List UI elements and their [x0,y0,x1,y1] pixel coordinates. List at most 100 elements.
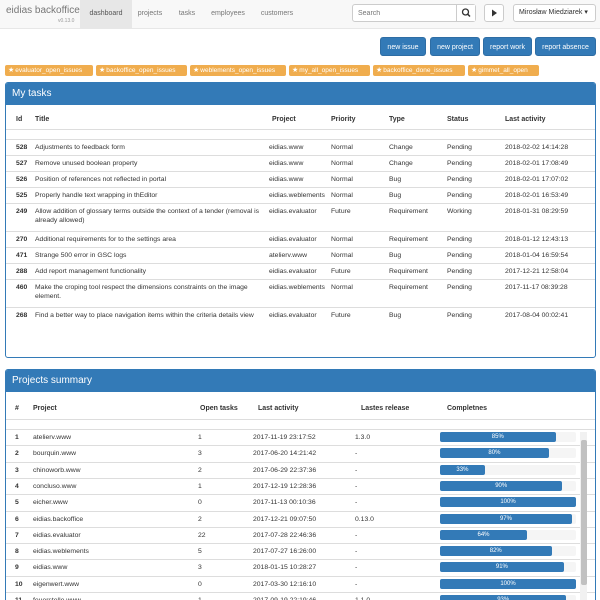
progress-fill: 100% [440,497,576,508]
project-name: chinoworb.www [33,466,81,474]
report-work-button[interactable]: report work [483,37,532,56]
project-row[interactable]: 6 eidias.backoffice 2 2017-12-21 09:07:50 0.… [6,510,595,527]
project-n: 6 [15,515,19,523]
nav-employees[interactable]: employees [204,0,252,28]
progress-bar: 100% [440,497,576,508]
task-status: Pending [447,268,472,275]
project-name: eigenwert.www [33,580,80,588]
task-id: 528 [16,144,28,151]
task-project: atelierv.www [269,252,308,259]
project-name: eidias.www [33,564,68,572]
task-row[interactable]: 471 Strange 500 error in GSC logs atelierv… [6,247,595,263]
filter-tag[interactable]: ★backoffice_done_issues [373,65,465,76]
task-row[interactable]: 527 Remove unused boolean property eidias.… [6,155,595,171]
brand-title[interactable]: eidias backoffice [6,5,80,16]
task-id: 268 [16,312,28,319]
project-last: 2018-01-15 10:28:27 [253,564,317,572]
scrollbar-thumb[interactable] [581,440,587,585]
project-row[interactable]: 11feuerstelle.www 1 2017-09-19 22:19:461.1… [6,592,595,600]
progress-bar: 93% [440,595,576,600]
filter-tag[interactable]: ★my_all_open_issues [289,65,370,76]
task-project: eidias.www [269,144,304,151]
play-button[interactable] [484,4,504,22]
project-n: 9 [15,564,19,572]
progress-fill: 64% [440,529,528,540]
progress-fill: 100% [440,578,576,589]
project-row[interactable]: 7 eidias.evaluator 22 2017-07-28 22:46:36 - 6… [6,526,595,543]
star-icon: ★ [193,67,200,74]
project-row[interactable]: 1 atelierv.www 1 2017-11-19 23:17:52 1.3.0 85… [6,429,595,445]
task-last: 2018-01-31 08:29:59 [505,208,569,215]
task-row[interactable]: 528 Adjustments to feedback form eidias.ww… [6,139,595,155]
project-last: 2017-11-19 23:17:52 [253,434,316,441]
project-open: 1 [198,482,202,490]
report-absence-button[interactable]: report absence [535,37,596,56]
project-release: - [355,450,358,458]
project-n: 4 [15,482,19,490]
project-row[interactable]: 3 chinoworb.www 2 2017-06-29 22:37:36 - 33% [6,461,595,478]
header-divider [6,419,595,420]
new-issue-button[interactable]: new issue [380,37,426,56]
star-icon: ★ [376,67,383,74]
task-row[interactable]: 526 Position of references not reflected … [6,171,595,187]
task-type: Change [389,144,413,151]
nav-dashboard[interactable]: dashboard [80,0,132,28]
task-id: 527 [16,160,28,167]
task-row[interactable]: 288 Add report management functionality ei… [6,263,595,279]
progress-fill: 80% [440,448,549,459]
task-row[interactable]: 270 Additional requirements for to the se… [6,231,595,247]
task-title: Find a better way to place navigation it… [35,312,254,319]
project-row[interactable]: 8 eidias.weblements 5 2017-07-27 16:26:00 - 8… [6,543,595,559]
search-button[interactable] [456,5,475,21]
project-row[interactable]: 2 bourquin.www 3 2017-06-20 14:21:42 - 80% [6,445,595,461]
project-row[interactable]: 4 concluso.www 1 2017-12-19 12:28:36 - 90% [6,477,595,494]
project-n: 10 [15,580,23,588]
task-type: Bug [389,312,402,319]
task-title: Position of references not reflected in … [35,176,167,183]
project-release: - [355,499,358,507]
column-header: Last activity [258,405,299,412]
progress-fill: 85% [440,432,556,442]
task-type: Requirement [389,236,428,243]
nav-tasks[interactable]: tasks [170,0,204,28]
search-input[interactable] [353,5,457,21]
column-header: Type [389,116,405,123]
panel-title: Projects summary [6,370,595,392]
star-icon: ★ [8,67,15,74]
task-type: Change [389,160,413,167]
nav-projects[interactable]: projects [132,0,168,28]
task-status: Pending [447,312,472,319]
new-project-button[interactable]: new project [430,37,480,56]
user-menu-button[interactable]: Mirosław Miedziarek ▾ [513,4,596,22]
task-last: 2018-01-12 12:43:13 [505,236,569,243]
filter-tag[interactable]: ★evaluator_open_issues [5,65,93,76]
task-row[interactable]: 249 Allow addition of glossary terms outs… [6,203,595,231]
nav-customers[interactable]: customers [252,0,302,28]
task-priority: Future [331,268,351,275]
filter-tag[interactable]: ★weblements_open_issues [190,65,286,76]
project-row[interactable]: 9 eidias.www 3 2018-01-15 10:28:27 - 91% [6,559,595,575]
project-name: feuerstelle.www [33,596,193,600]
task-row[interactable]: 525 Properly handle text wrapping in thEd… [6,187,595,203]
task-type: Bug [389,192,402,199]
project-name: eidias.backoffice [33,515,84,523]
task-project: eidias.evaluator [269,208,317,215]
task-priority: Normal [331,144,353,151]
task-row[interactable]: 268 Find a better way to place navigation… [6,307,595,323]
filter-tag[interactable]: ★gimmet_all_open [468,65,539,76]
filter-tag[interactable]: ★backoffice_open_issues [96,65,187,76]
project-row[interactable]: 10 eigenwert.www 0 2017-03-30 12:16:10 - 100% [6,575,595,592]
brand-version: v0.13.0 [58,18,75,24]
progress-fill: 93% [440,595,567,600]
task-status: Pending [447,284,472,291]
project-row[interactable]: 5 eicher.www 0 2017-11-13 00:10:36 - 100% [6,494,595,510]
filter-label: backoffice_done_issues [383,67,453,74]
progress-bar: 90% [440,480,576,491]
project-n: 7 [15,531,19,539]
filter-label: gimmet_all_open [478,67,528,74]
project-name: eicher.www [33,499,68,507]
task-row[interactable]: 460 Make the croping tool respect the dim… [6,279,595,307]
task-last: 2018-02-01 16:53:49 [505,192,569,199]
project-name: eidias.evaluator [33,531,81,539]
task-priority: Normal [331,284,353,291]
